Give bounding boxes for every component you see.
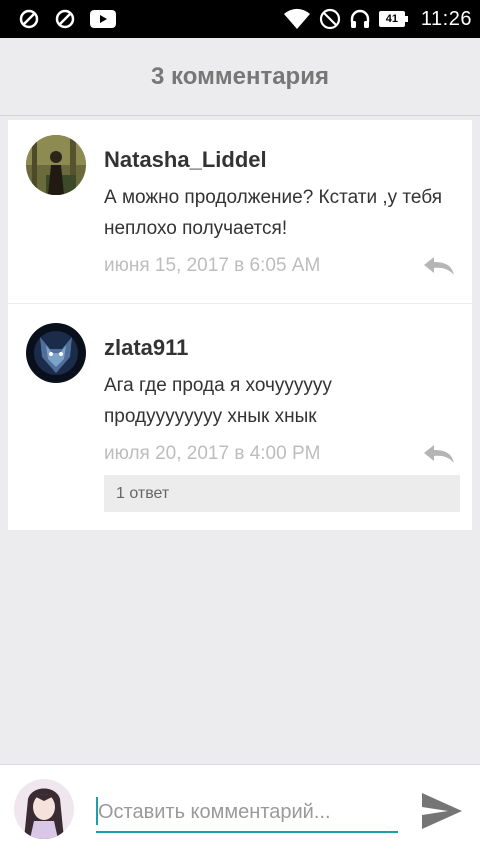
wolf-avatar	[26, 323, 86, 383]
comment-date: июля 20, 2017 в 4:00 PM	[104, 443, 321, 464]
comment-date: июня 15, 2017 в 6:05 AM	[104, 255, 321, 276]
anime-girl-avatar	[14, 779, 74, 839]
comments-header: 3 комментария	[0, 38, 480, 116]
comment-input[interactable]	[96, 793, 398, 833]
block-icon	[18, 8, 40, 30]
text-cursor	[96, 797, 98, 825]
avatar	[14, 779, 74, 839]
comments-list: Natasha_Liddel А можно продолжение? Кста…	[8, 120, 472, 530]
comment-item: zlata911 Ага где прода я хочуууууу проду…	[8, 304, 472, 530]
avatar[interactable]	[26, 323, 86, 383]
do-not-disturb-icon	[319, 8, 341, 30]
youtube-icon	[90, 8, 116, 30]
battery-icon: 41	[378, 11, 408, 27]
comment-item: Natasha_Liddel А можно продолжение? Кста…	[8, 120, 472, 304]
reply-icon[interactable]	[422, 443, 456, 465]
send-icon[interactable]	[420, 791, 464, 831]
comment-text: Ага где прода я хочуууууу продуууууууу х…	[104, 375, 332, 427]
reply-icon[interactable]	[422, 255, 456, 277]
comment-author[interactable]: Natasha_Liddel	[104, 147, 267, 173]
comment-author[interactable]: zlata911	[104, 335, 188, 361]
block-icon	[54, 8, 76, 30]
page-title: 3 комментария	[151, 62, 329, 90]
wifi-icon	[283, 8, 311, 30]
forest-figure-avatar	[26, 135, 86, 195]
comment-composer	[0, 764, 480, 854]
comment-text: А можно продолжение? Кстати ,у тебя непл…	[104, 187, 442, 239]
clock: 11:26	[420, 7, 472, 30]
view-replies-button[interactable]: 1 ответ	[104, 475, 460, 512]
avatar[interactable]	[26, 135, 86, 195]
battery-level: 41	[385, 13, 399, 25]
status-bar: 41 11:26	[0, 0, 480, 38]
headset-icon	[349, 8, 371, 30]
